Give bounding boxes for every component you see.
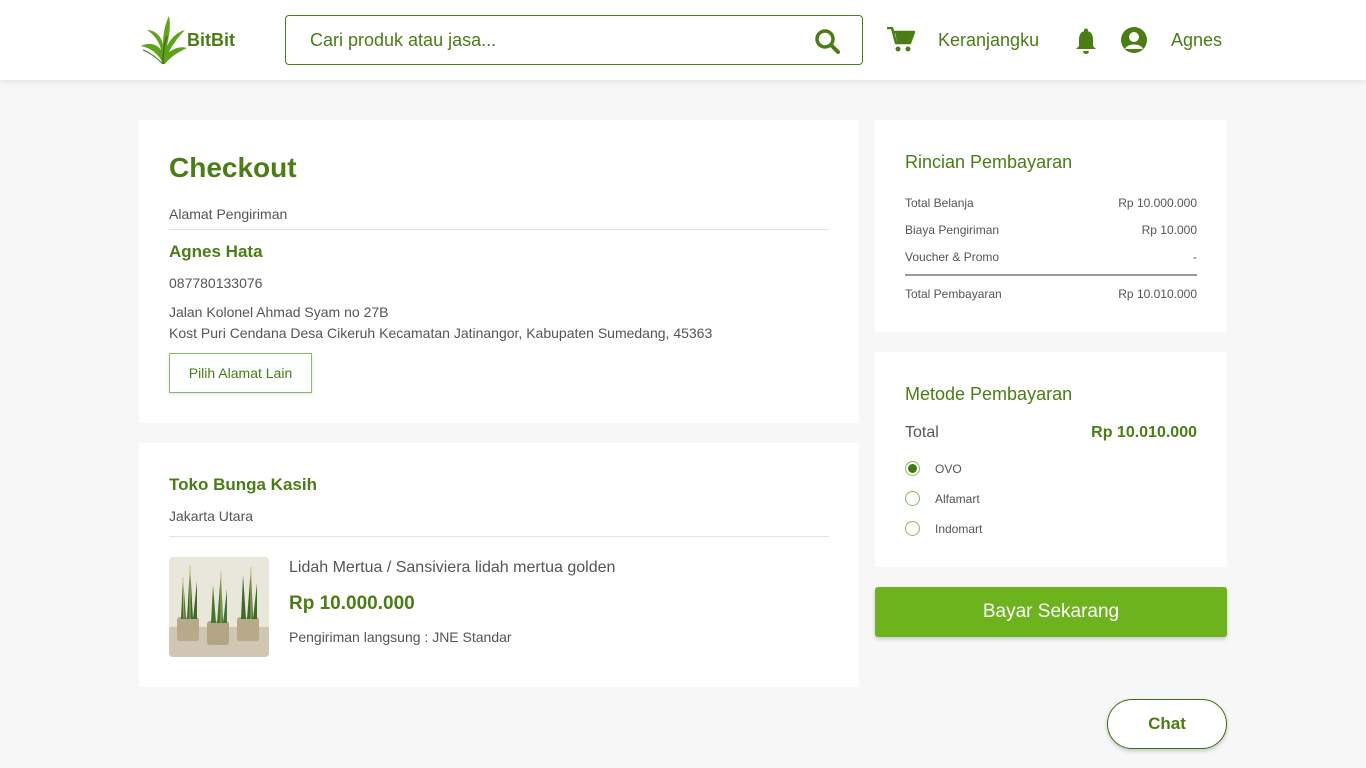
summary-total-row: Total Pembayaran Rp 10.010.000 — [905, 287, 1197, 301]
logo-text: BitBit — [187, 29, 235, 50]
pay-now-button[interactable]: Bayar Sekarang — [875, 587, 1227, 637]
address-detail: Kost Puri Cendana Desa Cikeruh Kecamatan… — [169, 325, 713, 341]
payment-total-label: Total — [905, 424, 939, 441]
snake-plant-image — [169, 557, 269, 657]
payment-summary-card: Rincian Pembayaran Total Belanja Rp 10.0… — [875, 120, 1227, 332]
summary-row-label: Voucher & Promo — [905, 250, 1000, 264]
radio-button[interactable] — [905, 521, 920, 536]
summary-row: Biaya Pengiriman Rp 10.000 — [905, 223, 1197, 237]
search-bar — [285, 15, 863, 65]
search-input[interactable] — [286, 29, 786, 51]
checkout-address-card: Checkout Alamat Pengiriman Agnes Hata 08… — [139, 120, 859, 423]
payment-option-label: OVO — [935, 461, 962, 476]
user-avatar-icon[interactable] — [1121, 27, 1147, 53]
payment-total-row: Total Rp 10.010.000 — [905, 424, 1197, 442]
summary-total-label: Total Pembayaran — [905, 287, 1002, 301]
payment-option-indomart[interactable]: Indomart — [905, 521, 982, 536]
leaf-logo-icon — [141, 16, 187, 65]
summary-total-value: Rp 10.010.000 — [1118, 287, 1197, 301]
payment-option-label: Indomart — [935, 521, 983, 536]
payment-total-value: Rp 10.010.000 — [1091, 424, 1197, 441]
cart-icon[interactable] — [887, 27, 915, 53]
summary-row-label: Total Belanja — [905, 196, 974, 210]
product-shipping: Pengiriman langsung : JNE Standar — [289, 629, 512, 645]
bell-icon[interactable] — [1074, 28, 1098, 54]
store-name[interactable]: Toko Bunga Kasih — [169, 475, 317, 495]
store-order-card: Toko Bunga Kasih Jakarta Utara Lidah Mer… — [139, 443, 859, 687]
page-title: Checkout — [169, 152, 297, 183]
brand-logo[interactable]: BitBit — [139, 14, 235, 66]
summary-row-value: Rp 10.000 — [1141, 223, 1197, 237]
payment-method-title: Metode Pembayaran — [905, 384, 1073, 404]
search-icon[interactable] — [814, 28, 840, 54]
radio-button[interactable] — [905, 461, 920, 476]
cart-link[interactable]: Keranjangku — [938, 30, 1039, 51]
product-price: Rp 10.000.000 — [289, 593, 415, 614]
choose-other-address-button[interactable]: Pilih Alamat Lain — [169, 353, 312, 393]
address-heading: Alamat Pengiriman — [169, 206, 288, 222]
user-name-link[interactable]: Agnes — [1171, 30, 1222, 51]
summary-row-value: - — [1193, 250, 1197, 264]
summary-row: Voucher & Promo - — [905, 250, 1197, 264]
top-navbar: BitBit Keranjangku Agnes — [0, 0, 1366, 80]
divider — [905, 274, 1197, 276]
address-street: Jalan Kolonel Ahmad Syam no 27B — [169, 304, 389, 320]
payment-option-ovo[interactable]: OVO — [905, 461, 962, 476]
radio-button[interactable] — [905, 491, 920, 506]
chat-button[interactable]: Chat — [1107, 699, 1227, 749]
payment-option-alfamart[interactable]: Alfamart — [905, 491, 980, 506]
product-image[interactable] — [169, 557, 269, 657]
recipient-name: Agnes Hata — [169, 242, 263, 261]
payment-option-label: Alfamart — [935, 491, 980, 506]
summary-title: Rincian Pembayaran — [905, 152, 1073, 172]
recipient-phone: 087780133076 — [169, 275, 263, 291]
summary-row: Total Belanja Rp 10.000.000 — [905, 196, 1197, 210]
summary-row-value: Rp 10.000.000 — [1118, 196, 1197, 210]
summary-row-label: Biaya Pengiriman — [905, 223, 1000, 237]
divider — [169, 536, 829, 537]
product-name[interactable]: Lidah Mertua / Sansiviera lidah mertua g… — [289, 559, 615, 577]
divider — [169, 229, 829, 230]
store-city: Jakarta Utara — [169, 508, 254, 524]
payment-method-card: Metode Pembayaran Total Rp 10.010.000 OV… — [875, 352, 1227, 567]
